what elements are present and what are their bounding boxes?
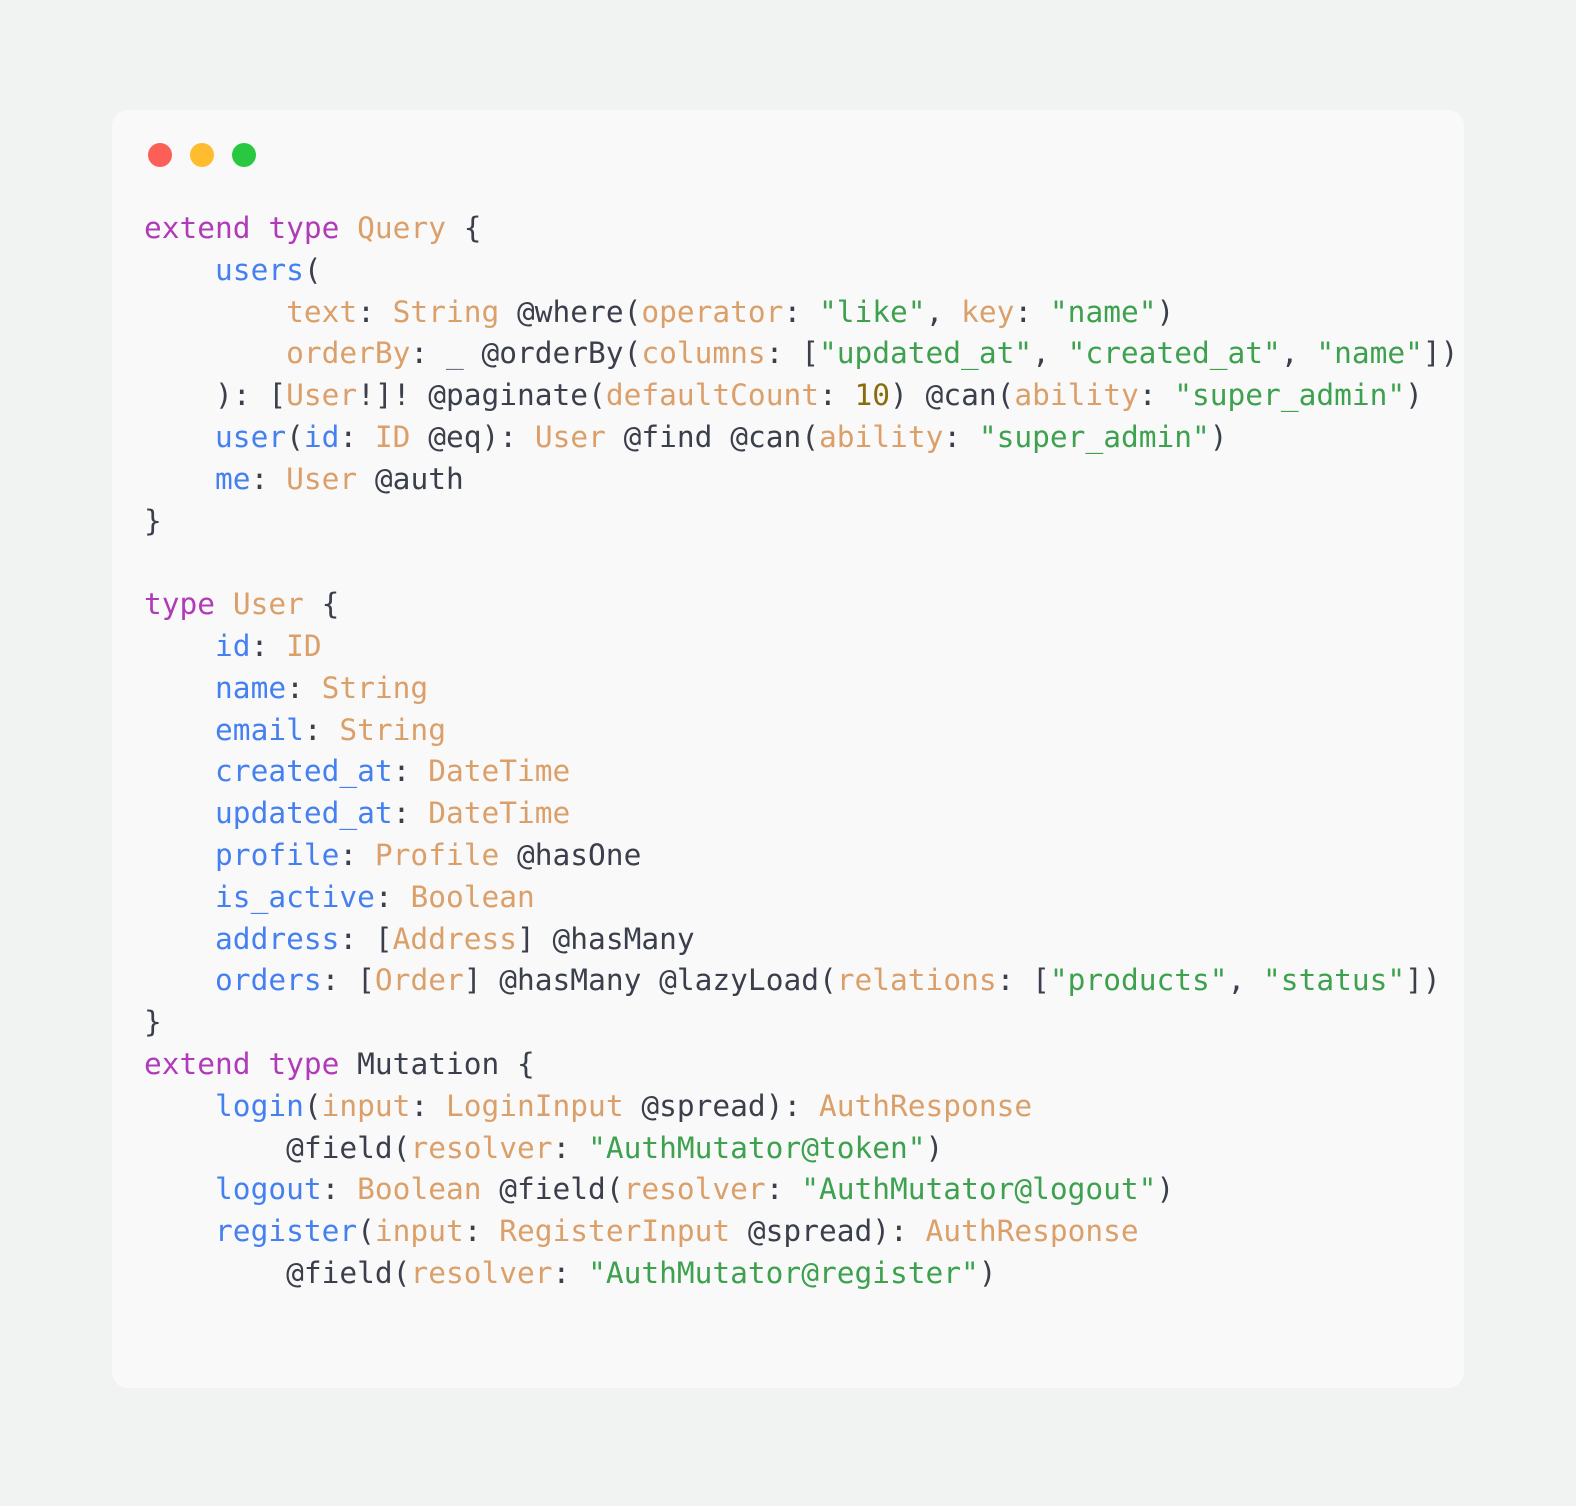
code-window-card: extend type Query { users( text: String … bbox=[112, 110, 1464, 1388]
code-line: address: [Address] @hasMany bbox=[215, 921, 695, 956]
code-line: } bbox=[144, 503, 162, 538]
code-line: extend type Mutation { bbox=[144, 1046, 535, 1081]
code-line: } bbox=[144, 1005, 162, 1040]
code-line: login(input: LoginInput @spread): AuthRe… bbox=[215, 1088, 1033, 1123]
code-line: @field(resolver: "AuthMutator@token") bbox=[286, 1130, 944, 1165]
code-line: ): [User!]! @paginate(defaultCount: 10) … bbox=[215, 378, 1423, 413]
code-line: users( bbox=[215, 252, 322, 287]
close-icon[interactable] bbox=[148, 143, 172, 167]
code-line: created_at: DateTime bbox=[215, 754, 571, 789]
code-line: @field(resolver: "AuthMutator@register") bbox=[286, 1255, 997, 1290]
window-titlebar bbox=[148, 143, 256, 167]
code-line: updated_at: DateTime bbox=[215, 796, 571, 831]
code-line: type User { bbox=[144, 587, 340, 622]
code-line: register(input: RegisterInput @spread): … bbox=[215, 1214, 1139, 1249]
minimize-icon[interactable] bbox=[190, 143, 214, 167]
code-line: is_active: Boolean bbox=[215, 879, 535, 914]
code-block[interactable]: extend type Query { users( text: String … bbox=[144, 208, 1459, 1295]
code-line: orders: [Order] @hasMany @lazyLoad(relat… bbox=[215, 963, 1441, 998]
page-root: extend type Query { users( text: String … bbox=[0, 0, 1576, 1506]
code-line: text: String @where(operator: "like", ke… bbox=[286, 294, 1175, 329]
code-line: user(id: ID @eq): User @find @can(abilit… bbox=[215, 419, 1228, 454]
code-line: profile: Profile @hasOne bbox=[215, 837, 642, 872]
code-line: name: String bbox=[215, 670, 429, 705]
code-line: logout: Boolean @field(resolver: "AuthMu… bbox=[215, 1172, 1175, 1207]
code-line: email: String bbox=[215, 712, 446, 747]
code-line: id: ID bbox=[215, 628, 322, 663]
code-line: me: User @auth bbox=[215, 461, 464, 496]
code-area[interactable]: extend type Query { users( text: String … bbox=[144, 208, 1459, 1378]
code-line: orderBy: _ @orderBy(columns: ["updated_a… bbox=[286, 336, 1459, 371]
code-line: extend type Query { bbox=[144, 211, 482, 245]
maximize-icon[interactable] bbox=[232, 143, 256, 167]
